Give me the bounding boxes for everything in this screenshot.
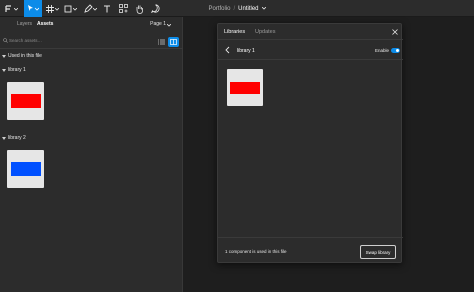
caret-down-icon <box>2 54 6 58</box>
search-input[interactable] <box>9 36 139 45</box>
libraries-modal: Libraries Updates library 1 Enable 1 com… <box>217 23 403 264</box>
chevron-down-icon[interactable] <box>166 23 172 29</box>
section-used-in-file[interactable]: Used in this file <box>2 53 42 59</box>
library-name: library 1 <box>237 48 255 54</box>
chevron-down-icon[interactable] <box>92 7 98 11</box>
blue-rectangle-component <box>11 162 41 176</box>
enable-label: Enable <box>375 48 390 53</box>
left-panel: Layers Assets Page 1 Used in this file l… <box>0 17 183 292</box>
grid-view-icon[interactable] <box>168 37 179 47</box>
library-header: library 1 Enable <box>218 41 403 60</box>
enable-toggle[interactable] <box>391 48 400 53</box>
usage-summary: 1 component is used in this file <box>225 249 287 254</box>
chevron-down-icon[interactable] <box>72 7 78 11</box>
toggle-knob <box>396 49 399 52</box>
red-rectangle-component <box>11 94 41 108</box>
title-separator: / <box>233 5 236 12</box>
tab-layers[interactable]: Layers <box>17 21 32 27</box>
tab-updates[interactable]: Updates <box>255 29 276 35</box>
file-name[interactable]: Untitled <box>238 6 258 12</box>
section-label: library 1 <box>8 67 26 73</box>
red-rectangle-component <box>230 82 260 94</box>
resources-icon[interactable] <box>117 0 129 17</box>
close-icon[interactable] <box>391 28 399 36</box>
section-library-2[interactable]: library 2 <box>2 135 26 141</box>
modal-tabs: Libraries Updates <box>218 24 403 40</box>
tab-libraries[interactable]: Libraries <box>224 29 245 35</box>
section-library-1[interactable]: library 1 <box>2 67 26 73</box>
caret-down-icon <box>2 136 6 140</box>
caret-down-icon <box>2 68 6 72</box>
move-tool-icon[interactable] <box>24 0 42 17</box>
hand-tool-icon[interactable] <box>133 0 145 17</box>
tab-assets[interactable]: Assets <box>37 21 53 27</box>
chevron-down-icon[interactable] <box>13 7 19 11</box>
swap-library-button[interactable]: Swap library <box>360 245 396 259</box>
top-toolbar: Portfolio / Untitled <box>0 0 474 17</box>
back-arrow-icon[interactable] <box>225 46 230 56</box>
comment-tool-icon[interactable] <box>149 0 161 17</box>
panel-tabs: Layers Assets Page 1 <box>0 17 183 32</box>
list-view-icon[interactable] <box>156 37 167 47</box>
library-component-thumbnail[interactable] <box>227 69 263 106</box>
search-icon <box>3 38 8 45</box>
page-select[interactable]: Page 1 <box>150 21 166 27</box>
component-thumbnail-blue[interactable] <box>7 150 44 188</box>
section-label: Used in this file <box>8 53 42 59</box>
project-name[interactable]: Portfolio <box>208 6 230 12</box>
text-tool-icon[interactable] <box>101 0 113 17</box>
component-thumbnail-red[interactable] <box>7 82 44 120</box>
section-label: library 2 <box>8 135 26 141</box>
chevron-down-icon[interactable] <box>261 6 266 12</box>
chevron-down-icon[interactable] <box>54 7 60 11</box>
modal-footer: 1 component is used in this file Swap li… <box>218 237 403 264</box>
